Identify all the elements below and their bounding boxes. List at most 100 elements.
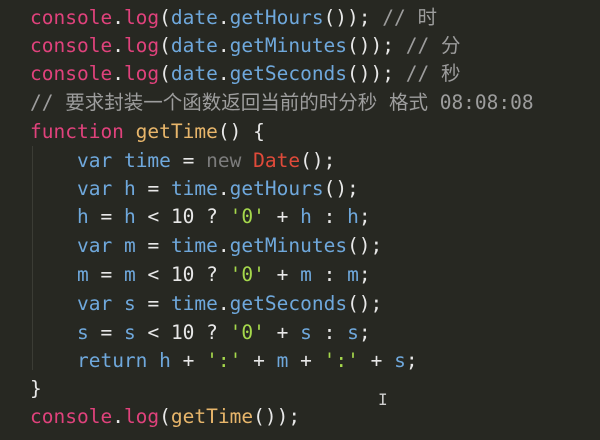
code-token: () { <box>217 120 265 143</box>
code-token: + <box>264 263 301 286</box>
code-token: var <box>76 234 113 257</box>
code-token: '0' <box>229 263 265 286</box>
code-token: m <box>276 349 289 372</box>
code-token: '0' <box>229 321 265 344</box>
code-token: s <box>76 321 89 344</box>
code-line[interactable]: function getTime() { <box>30 119 265 145</box>
code-token: 10 <box>170 321 195 344</box>
code-token: m <box>347 263 359 286</box>
code-token: ( <box>159 6 171 29</box>
code-token: getHours <box>229 6 324 29</box>
code-line[interactable]: var h = time.getHours(); <box>30 176 359 202</box>
code-token: m <box>76 263 89 286</box>
code-token: // 分 <box>405 34 461 57</box>
code-line[interactable]: s = s < 10 ? '0' + s : s; <box>30 320 371 346</box>
code-token: (); <box>300 149 336 172</box>
code-token: . <box>112 405 124 428</box>
code-token: ()); <box>347 34 406 57</box>
code-token: < <box>135 321 171 344</box>
code-token: ? <box>194 321 230 344</box>
code-token: var <box>76 149 113 172</box>
code-token: < <box>135 205 171 228</box>
code-token: getMinutes <box>229 34 348 57</box>
code-token: h <box>76 205 89 228</box>
code-token: ()); <box>347 62 406 85</box>
code-line[interactable]: // 要求封装一个函数返回当前的时分秒 格式 08:08:08 <box>30 90 534 116</box>
code-line[interactable]: h = h < 10 ? '0' + h : h; <box>30 204 371 230</box>
code-token: console <box>30 405 113 428</box>
code-token: : <box>311 263 348 286</box>
code-token: . <box>217 234 230 257</box>
code-line[interactable]: } <box>30 376 42 402</box>
code-token: 10 <box>170 205 195 228</box>
code-token: = <box>135 234 171 257</box>
code-token: getSeconds <box>229 292 348 315</box>
code-token: date <box>170 62 218 85</box>
code-line[interactable]: console.log(date.getHours()); // 时 <box>30 5 437 31</box>
code-token: h <box>123 205 136 228</box>
code-token: console <box>30 6 113 29</box>
code-token: + <box>264 205 301 228</box>
code-token: : <box>311 205 348 228</box>
code-token: // 秒 <box>405 62 461 85</box>
code-token: var <box>76 177 113 200</box>
code-token: + <box>241 349 277 372</box>
text-cursor-icon: I <box>378 390 388 409</box>
code-token: time <box>170 234 218 257</box>
code-token: h <box>347 205 359 228</box>
code-token: } <box>30 377 42 400</box>
code-token: + <box>264 321 301 344</box>
code-token: s <box>123 292 136 315</box>
code-token: : <box>311 321 348 344</box>
code-line[interactable]: console.log(getTime()); <box>30 404 300 430</box>
code-token: ; <box>405 349 418 372</box>
code-token: new <box>206 149 242 172</box>
code-token: h <box>159 349 171 372</box>
code-token: time <box>123 149 171 172</box>
code-token: . <box>217 62 230 85</box>
code-token: . <box>217 6 230 29</box>
code-editor[interactable]: console.log(date.getHours()); // 时 consol… <box>0 0 600 440</box>
code-token: getTime <box>170 405 254 428</box>
code-token: (); <box>323 177 359 200</box>
code-token: ; <box>358 263 371 286</box>
code-token: + <box>358 349 395 372</box>
code-token: ? <box>194 205 230 228</box>
code-line[interactable]: var m = time.getMinutes(); <box>30 233 382 259</box>
code-token: m <box>300 263 312 286</box>
code-token: time <box>170 177 218 200</box>
code-token: . <box>112 34 124 57</box>
code-token: s <box>394 349 406 372</box>
code-token: function <box>30 120 124 143</box>
code-token: . <box>112 6 124 29</box>
code-token: log <box>123 405 160 428</box>
code-line[interactable]: console.log(date.getSeconds()); // 秒 <box>30 61 460 87</box>
code-token: = <box>135 292 171 315</box>
code-token: Date <box>253 149 301 172</box>
code-line[interactable]: m = m < 10 ? '0' + m : m; <box>30 262 371 288</box>
code-token: m <box>123 263 136 286</box>
code-token: log <box>123 34 160 57</box>
code-token: return <box>76 349 148 372</box>
code-line[interactable]: return h + ':' + m + ':' + s; <box>30 348 418 374</box>
code-token: s <box>300 321 312 344</box>
code-token: log <box>123 62 160 85</box>
code-line[interactable]: console.log(date.getMinutes()); // 分 <box>30 33 460 59</box>
code-token: ':' <box>206 349 242 372</box>
code-token: getHours <box>229 177 324 200</box>
code-token: // 要求封装一个函数返回当前的时分秒 格式 08:08:08 <box>30 91 534 114</box>
code-line[interactable]: var s = time.getSeconds(); <box>30 291 382 317</box>
code-token: . <box>112 62 124 85</box>
code-token: ( <box>159 34 171 57</box>
code-line[interactable]: var time = new Date(); <box>30 148 335 174</box>
